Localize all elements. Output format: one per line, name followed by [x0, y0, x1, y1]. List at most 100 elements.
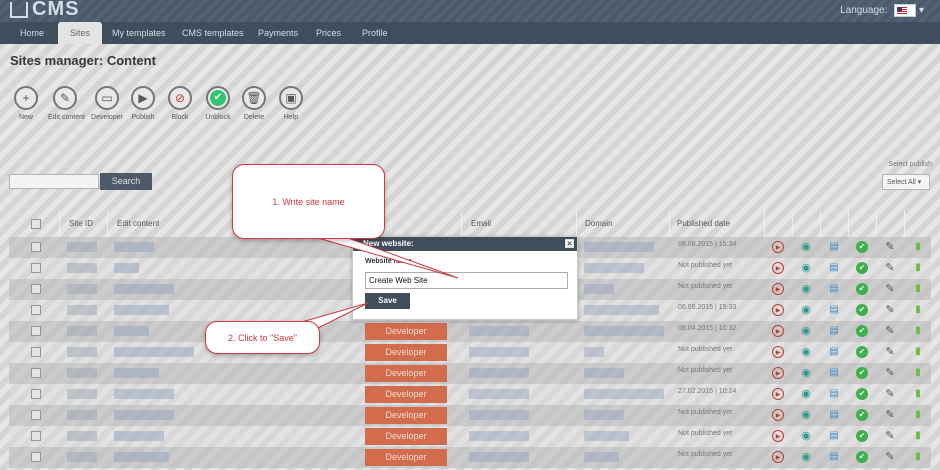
copy-icon[interactable]: ▤ [828, 409, 840, 421]
pencil-icon[interactable]: ✎ [884, 388, 896, 400]
play-icon[interactable]: ▶ [772, 409, 784, 421]
domain-link[interactable] [584, 389, 664, 399]
domain-link[interactable] [584, 326, 664, 336]
header-edit-content[interactable]: Edit content [117, 211, 159, 237]
website-name-input[interactable] [365, 272, 568, 289]
logo[interactable]: CMS [10, 0, 79, 21]
developer-button[interactable]: Developer [365, 344, 447, 361]
check-icon[interactable]: ✔ [856, 346, 868, 358]
edit-content-link[interactable] [114, 305, 169, 315]
domain-link[interactable] [584, 284, 614, 294]
edit-content-link[interactable] [114, 389, 174, 399]
row-checkbox[interactable] [31, 326, 41, 336]
check-icon[interactable]: ✔ [856, 367, 868, 379]
check-icon[interactable]: ✔ [856, 241, 868, 253]
pencil-icon[interactable]: ✎ [884, 367, 896, 379]
stats-icon[interactable]: ▮ [912, 367, 924, 379]
row-checkbox[interactable] [31, 284, 41, 294]
row-checkbox[interactable] [31, 368, 41, 378]
check-icon[interactable]: ✔ [856, 283, 868, 295]
row-checkbox[interactable] [31, 452, 41, 462]
new-button[interactable]: + New [9, 86, 43, 121]
pencil-icon[interactable]: ✎ [884, 409, 896, 421]
play-icon[interactable]: ▶ [772, 430, 784, 442]
copy-icon[interactable]: ▤ [828, 325, 840, 337]
eye-icon[interactable]: ◉ [800, 325, 812, 337]
play-icon[interactable]: ▶ [772, 262, 784, 274]
stats-icon[interactable]: ▮ [912, 304, 924, 316]
unblock-button[interactable]: ✔ Unblock [201, 86, 235, 121]
domain-link[interactable] [584, 347, 604, 357]
play-icon[interactable]: ▶ [772, 283, 784, 295]
check-icon[interactable]: ✔ [856, 430, 868, 442]
copy-icon[interactable]: ▤ [828, 388, 840, 400]
pencil-icon[interactable]: ✎ [884, 304, 896, 316]
header-site-id[interactable]: Site ID [69, 211, 93, 237]
header-email[interactable]: Email [471, 211, 491, 237]
developer-button[interactable]: Developer [365, 428, 447, 445]
edit-content-link[interactable] [114, 263, 139, 273]
play-icon[interactable]: ▶ [772, 388, 784, 400]
edit-content-link[interactable] [114, 284, 174, 294]
close-icon[interactable]: ✕ [565, 239, 574, 248]
pencil-icon[interactable]: ✎ [884, 451, 896, 463]
nav-prices[interactable]: Prices [304, 22, 353, 44]
delete-button[interactable]: 🗑 Delete [237, 86, 271, 121]
play-icon[interactable]: ▶ [772, 241, 784, 253]
row-checkbox[interactable] [31, 431, 41, 441]
domain-link[interactable] [584, 305, 659, 315]
check-icon[interactable]: ✔ [856, 325, 868, 337]
edit-content-link[interactable] [114, 242, 154, 252]
eye-icon[interactable]: ◉ [800, 346, 812, 358]
developer-button[interactable]: Developer [365, 407, 447, 424]
nav-cms-templates[interactable]: CMS templates [170, 22, 256, 44]
language-selector[interactable]: Language: ▾ [840, 4, 924, 17]
eye-icon[interactable]: ◉ [800, 451, 812, 463]
search-input[interactable] [9, 174, 99, 189]
play-icon[interactable]: ▶ [772, 451, 784, 463]
stats-icon[interactable]: ▮ [912, 346, 924, 358]
stats-icon[interactable]: ▮ [912, 430, 924, 442]
edit-content-link[interactable] [114, 452, 169, 462]
edit-content-link[interactable] [114, 368, 159, 378]
domain-link[interactable] [584, 431, 629, 441]
developer-button[interactable]: Developer [365, 323, 447, 340]
edit-content-link[interactable] [114, 326, 149, 336]
play-icon[interactable]: ▶ [772, 346, 784, 358]
domain-link[interactable] [584, 452, 619, 462]
domain-link[interactable] [584, 368, 624, 378]
copy-icon[interactable]: ▤ [828, 304, 840, 316]
copy-icon[interactable]: ▤ [828, 241, 840, 253]
eye-icon[interactable]: ◉ [800, 241, 812, 253]
pencil-icon[interactable]: ✎ [884, 346, 896, 358]
check-icon[interactable]: ✔ [856, 304, 868, 316]
pencil-icon[interactable]: ✎ [884, 283, 896, 295]
row-checkbox[interactable] [31, 347, 41, 357]
row-checkbox[interactable] [31, 305, 41, 315]
eye-icon[interactable]: ◉ [800, 430, 812, 442]
nav-home[interactable]: Home [8, 22, 56, 44]
check-icon[interactable]: ✔ [856, 409, 868, 421]
copy-icon[interactable]: ▤ [828, 430, 840, 442]
check-icon[interactable]: ✔ [856, 262, 868, 274]
domain-link[interactable] [584, 263, 644, 273]
edit-content-link[interactable] [114, 431, 164, 441]
nav-my-templates[interactable]: My templates [100, 22, 178, 44]
search-button[interactable]: Search [100, 173, 152, 190]
header-published-date[interactable]: Published date [677, 211, 730, 237]
stats-icon[interactable]: ▮ [912, 451, 924, 463]
select-all-checkbox[interactable] [31, 219, 41, 229]
copy-icon[interactable]: ▤ [828, 367, 840, 379]
play-icon[interactable]: ▶ [772, 304, 784, 316]
eye-icon[interactable]: ◉ [800, 388, 812, 400]
eye-icon[interactable]: ◉ [800, 262, 812, 274]
edit-content-button[interactable]: ✎ Edit content [48, 86, 85, 121]
play-icon[interactable]: ▶ [772, 325, 784, 337]
stats-icon[interactable]: ▮ [912, 241, 924, 253]
publish-filter-select[interactable]: Select All ▾ [882, 174, 930, 190]
row-checkbox[interactable] [31, 242, 41, 252]
copy-icon[interactable]: ▤ [828, 346, 840, 358]
pencil-icon[interactable]: ✎ [884, 262, 896, 274]
pencil-icon[interactable]: ✎ [884, 325, 896, 337]
stats-icon[interactable]: ▮ [912, 388, 924, 400]
